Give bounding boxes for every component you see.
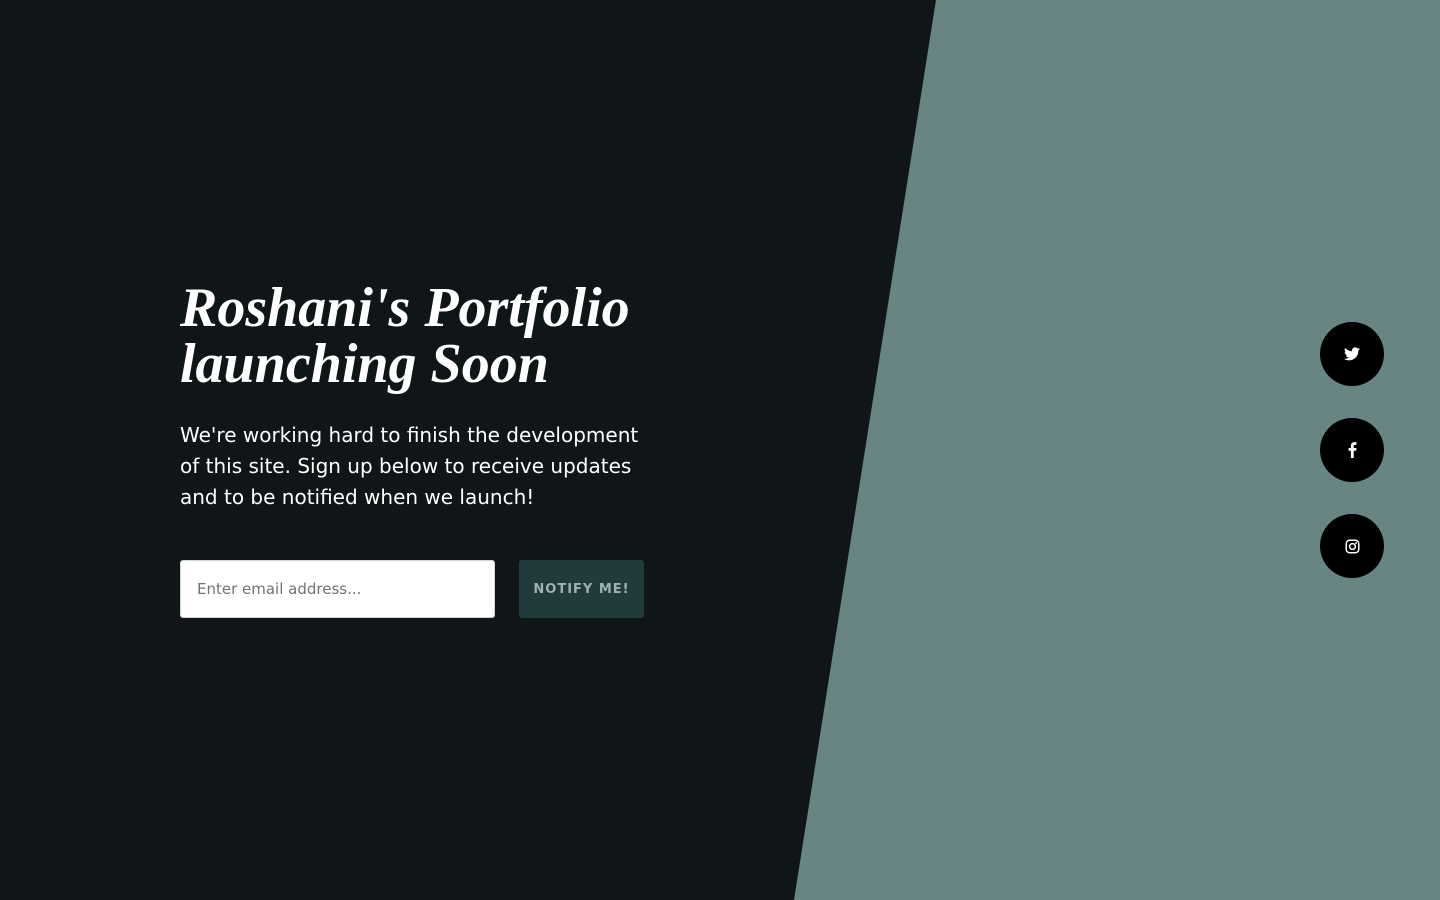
email-input[interactable]	[180, 560, 495, 618]
twitter-icon	[1344, 347, 1360, 361]
page-description: We're working hard to finish the develop…	[180, 423, 639, 509]
facebook-icon	[1348, 442, 1356, 458]
notify-me-button[interactable]: NOTIFY ME!	[519, 560, 644, 618]
instagram-link[interactable]	[1320, 514, 1384, 578]
page-title-line-2: launching Soon	[180, 333, 549, 395]
page-title: Roshani's Portfolio launching Soon	[180, 280, 650, 392]
signup-form: NOTIFY ME!	[180, 560, 650, 618]
hero-content: Roshani's Portfolio launching Soon We're…	[180, 280, 650, 513]
twitter-link[interactable]	[1320, 322, 1384, 386]
instagram-icon	[1345, 539, 1359, 553]
facebook-link[interactable]	[1320, 418, 1384, 482]
page-title-line-1: Roshani's Portfolio	[180, 277, 630, 339]
